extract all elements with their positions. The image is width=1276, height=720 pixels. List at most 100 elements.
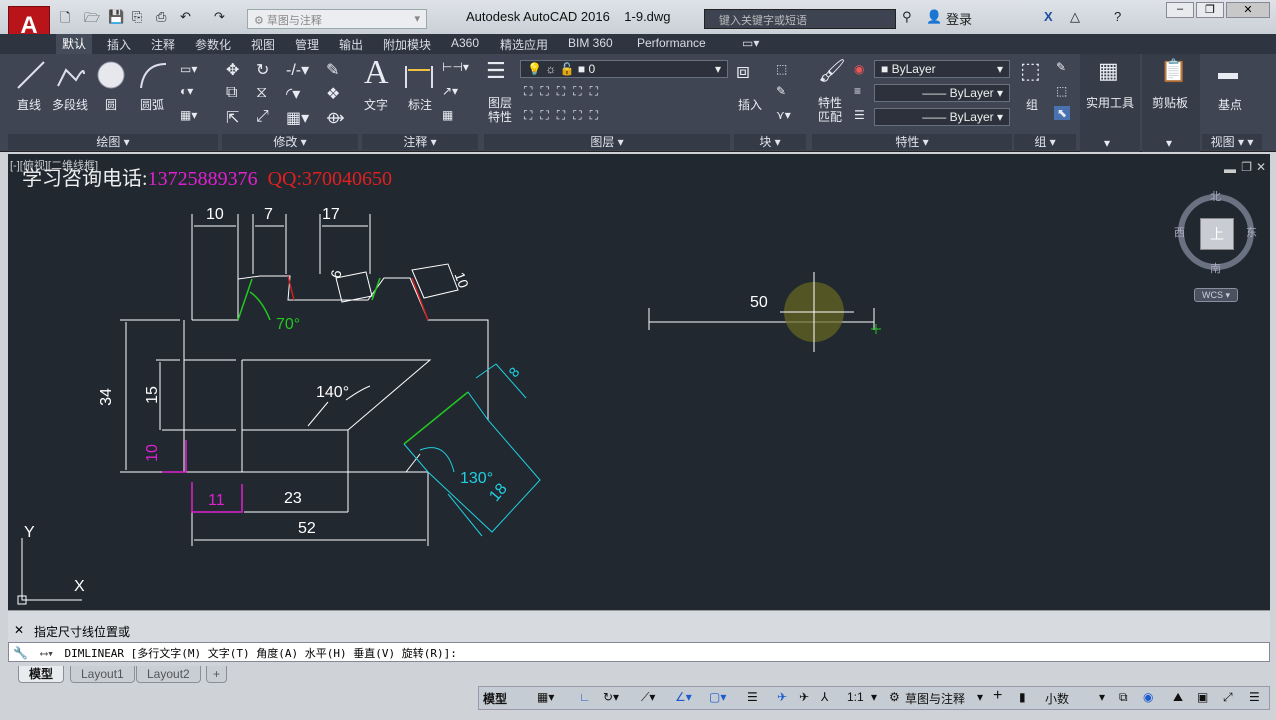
workspace-switch[interactable]: 草图与注释 — [905, 690, 965, 707]
isolate-objects-icon[interactable]: ◉ — [1143, 690, 1153, 704]
linetype-dropdown[interactable]: —— ByLayer ▾ — [874, 84, 1010, 102]
group-edit-icon[interactable]: ⬚ — [1056, 84, 1067, 98]
model-space-toggle[interactable]: 模型 — [483, 690, 507, 707]
tab-parametric[interactable]: 参数化 — [195, 36, 231, 53]
tab-performance[interactable]: Performance — [637, 36, 706, 50]
match-properties-tool[interactable]: 特性匹配 — [816, 96, 844, 124]
help-icon[interactable]: ? — [1114, 9, 1121, 24]
login-button[interactable]: 登录 — [946, 9, 972, 28]
search-input[interactable]: 键入关键字或短语 — [704, 9, 896, 29]
add-layout-button[interactable]: + — [206, 666, 228, 683]
text-tool[interactable]: 文字 — [364, 96, 388, 113]
block-attr-icon[interactable]: ⋎▾ — [776, 108, 791, 122]
linear-dim-icon[interactable]: ⊢⊣▾ — [442, 60, 469, 74]
layers-panel-title[interactable]: 图层 ▾ — [484, 134, 730, 150]
tab-model[interactable]: 模型 — [18, 666, 65, 683]
tab-layout2[interactable]: Layout2 — [136, 666, 201, 683]
line-tool[interactable]: 直线 — [17, 96, 41, 113]
group-tool[interactable]: 组 — [1026, 96, 1038, 113]
table-icon[interactable]: ▦ — [442, 108, 453, 122]
tab-annotate[interactable]: 注释 — [151, 36, 175, 53]
viewcube-east[interactable]: 东 — [1246, 224, 1257, 240]
array-icon[interactable]: ▦▾ — [286, 108, 309, 128]
clean-screen-icon[interactable]: ▣ — [1197, 690, 1208, 704]
osnap-tracking-icon[interactable]: ∠▾ — [675, 690, 692, 704]
annotation-visibility-icon[interactable]: ✈ — [777, 690, 787, 704]
group-panel-title[interactable]: 组 ▾ — [1014, 134, 1076, 150]
explode-icon[interactable]: ❖ — [326, 84, 340, 104]
lineweight-toggle-icon[interactable]: ☰ — [747, 690, 758, 704]
circle-tool[interactable]: 圆 — [105, 96, 117, 113]
color-dropdown[interactable]: ■ ByLayer ▾ — [874, 60, 1010, 78]
a360-icon[interactable]: △ — [1070, 9, 1080, 25]
modify-panel-title[interactable]: 修改 ▾ — [222, 134, 358, 150]
print-icon[interactable]: ⎙ — [156, 9, 166, 25]
ortho-icon[interactable]: ∟ — [579, 690, 591, 704]
rectangle-icon[interactable]: ▭▾ — [180, 62, 197, 76]
lineweight-dropdown[interactable]: —— ByLayer ▾ — [874, 108, 1010, 126]
exchange-icon[interactable]: X — [1044, 9, 1053, 24]
close-command-icon[interactable]: ✕ — [14, 623, 24, 637]
erase-icon[interactable]: ✎ — [326, 60, 339, 80]
dimension-tool[interactable]: 标注 — [408, 96, 432, 113]
offset-icon[interactable]: ⟴ — [326, 108, 345, 128]
maximize-button[interactable]: ❐ — [1196, 2, 1224, 18]
ungroup-icon[interactable]: ✎ — [1056, 60, 1066, 74]
edit-block-icon[interactable]: ✎ — [776, 84, 786, 98]
base-point-tool[interactable]: 基点 — [1218, 96, 1242, 113]
viewcube-south[interactable]: 南 — [1210, 260, 1221, 276]
view-panel-title[interactable]: 视图 ▾ ▾ — [1202, 134, 1262, 150]
group-select-icon[interactable]: ⬉ — [1054, 106, 1071, 120]
properties-panel-title[interactable]: 特性 ▾ — [812, 134, 1012, 150]
arc-tool[interactable]: 圆弧 — [140, 96, 164, 113]
fillet-icon[interactable]: ◜▾ — [286, 84, 300, 104]
hardware-acceleration-icon[interactable]: ⛰ — [1173, 690, 1183, 705]
wrench-icon[interactable]: 🔧 — [13, 646, 28, 660]
units-dropdown-icon[interactable]: ▾ — [1099, 690, 1105, 704]
hatch-icon[interactable]: ◐▾ — [180, 84, 193, 98]
close-button[interactable]: ✕ — [1226, 2, 1270, 18]
tab-bim360[interactable]: BIM 360 — [568, 36, 613, 50]
save-icon[interactable]: 💾 — [108, 9, 124, 25]
layer-dropdown[interactable]: 💡 ☼ 🔓 ■ 0 ▾ — [520, 60, 728, 78]
isodraft-icon[interactable]: ⟋▾ — [641, 690, 655, 705]
quick-properties-icon[interactable]: ⧉ — [1119, 690, 1128, 705]
binoculars-icon[interactable]: ⚲ — [902, 9, 912, 25]
plus-icon[interactable]: + — [993, 687, 1002, 705]
drawing-canvas[interactable]: [-][俯视][二维线框] 学习咨询电话:13725889376 QQ:3700… — [8, 154, 1270, 610]
save-as-icon[interactable]: ⎘ — [132, 9, 142, 25]
annotation-panel-title[interactable]: 注释 ▾ — [362, 134, 478, 150]
workspace-dropdown[interactable]: ⚙ 草图与注释 ▾ — [247, 9, 427, 29]
insert-tool[interactable]: 插入 — [738, 96, 762, 113]
wcs-dropdown[interactable]: WCS ▾ — [1194, 288, 1238, 302]
annotation-scale-icon[interactable]: ⅄ — [821, 690, 828, 704]
polyline-tool[interactable]: 多段线 — [52, 96, 88, 113]
layer-properties-tool[interactable]: 图层特性 — [486, 96, 514, 124]
tab-view[interactable]: 视图 — [251, 36, 275, 53]
annotation-scale-dropdown[interactable]: 1:1 — [847, 690, 864, 704]
create-block-icon[interactable]: ⬚ — [776, 62, 787, 76]
tab-manage[interactable]: 管理 — [295, 36, 319, 53]
tab-output[interactable]: 输出 — [339, 36, 363, 53]
block-panel-title[interactable]: 块 ▾ — [734, 134, 806, 150]
layer-tools-row-2[interactable]: ⛶⛶⛶⛶⛶ — [524, 108, 606, 123]
tab-insert[interactable]: 插入 — [107, 36, 131, 53]
tab-a360[interactable]: A360 — [451, 36, 479, 50]
workspace-dropdown-icon[interactable]: ▾ — [977, 690, 983, 704]
open-icon[interactable]: 🗁 — [84, 9, 100, 31]
command-input[interactable]: 🔧 ⟷▾ DIMLINEAR [多行文字(M) 文字(T) 角度(A) 水平(H… — [8, 642, 1270, 662]
copy-icon[interactable]: ⧉ — [226, 84, 237, 102]
fullscreen-icon[interactable]: ⤢ — [1223, 690, 1233, 705]
layer-tools-row-1[interactable]: ⛶⛶⛶⛶⛶ — [524, 84, 606, 99]
redo-icon[interactable]: ↷ — [214, 9, 225, 25]
user-icon[interactable]: 👤 — [926, 9, 942, 25]
customize-icon[interactable]: ☰ — [1249, 690, 1260, 704]
undo-icon[interactable]: ↶ — [180, 9, 191, 25]
viewcube-north[interactable]: 北 — [1210, 188, 1221, 204]
viewcube-west[interactable]: 西 — [1174, 224, 1185, 240]
scale-icon[interactable]: ⤢ — [256, 108, 269, 126]
minimize-button[interactable]: – — [1166, 2, 1194, 18]
draw-panel-title[interactable]: 绘图 ▾ — [8, 134, 218, 150]
utilities-panel[interactable]: ▦ 实用工具 ▾ — [1080, 54, 1140, 152]
units-dropdown[interactable]: 小数 — [1045, 690, 1069, 707]
